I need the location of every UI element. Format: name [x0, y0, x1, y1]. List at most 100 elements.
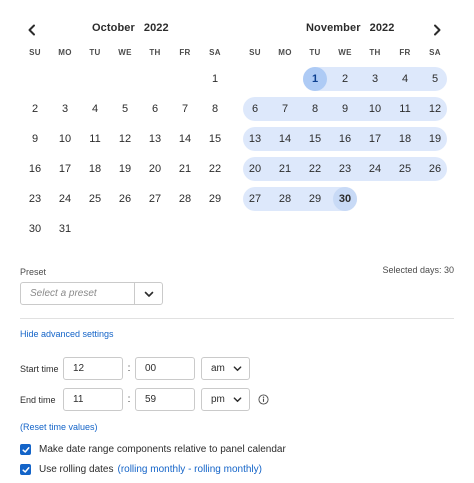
checkmark-icon [21, 466, 30, 473]
day-number: 1 [303, 67, 327, 91]
end-period-select[interactable]: pm [201, 388, 250, 411]
day-cell[interactable]: 12 [420, 94, 450, 124]
day-number: 7 [181, 103, 189, 115]
day-number: 16 [338, 133, 352, 145]
day-cell[interactable]: 9 [20, 124, 50, 154]
day-cell[interactable]: 6 [140, 94, 170, 124]
empty-day-cell [80, 214, 110, 244]
week-row: 6 7 8 9 10 11 12 [240, 94, 450, 124]
day-number: 10 [368, 103, 382, 115]
day-cell[interactable]: 18 [390, 124, 420, 154]
day-cell[interactable]: 8 [300, 94, 330, 124]
day-cell[interactable]: 21 [270, 154, 300, 184]
day-cell[interactable]: 5 [420, 64, 450, 94]
preset-input[interactable]: Select a preset [21, 283, 135, 304]
day-cell[interactable]: 25 [390, 154, 420, 184]
day-cell[interactable]: 4 [390, 64, 420, 94]
day-cell[interactable]: 7 [170, 94, 200, 124]
day-number: 21 [178, 163, 192, 175]
day-cell[interactable]: 10 [50, 124, 80, 154]
rolling-dates-checkbox[interactable] [20, 464, 31, 475]
week-row: 23 24 25 26 27 28 29 [20, 184, 230, 214]
day-cell[interactable]: 28 [170, 184, 200, 214]
day-cell[interactable]: 3 [50, 94, 80, 124]
day-cell[interactable]: 6 [240, 94, 270, 124]
reset-time-values-link[interactable]: (Reset time values) [20, 422, 98, 432]
day-cell[interactable]: 16 [330, 124, 360, 154]
rolling-dates-label: Use rolling dates [39, 464, 114, 475]
day-cell[interactable]: 29 [300, 184, 330, 214]
weekday-label: TU [309, 48, 321, 57]
day-cell[interactable]: 11 [390, 94, 420, 124]
day-cell[interactable]: 20 [240, 154, 270, 184]
day-cell[interactable]: 17 [360, 124, 390, 154]
day-cell[interactable]: 13 [240, 124, 270, 154]
day-cell[interactable]: 22 [200, 154, 230, 184]
day-cell[interactable]: 26 [110, 184, 140, 214]
day-cell[interactable]: 12 [110, 124, 140, 154]
day-cell[interactable]: 29 [200, 184, 230, 214]
day-cell[interactable]: 22 [300, 154, 330, 184]
relative-components-checkbox[interactable] [20, 444, 31, 455]
day-cell[interactable]: 15 [300, 124, 330, 154]
day-cell[interactable]: 19 [420, 124, 450, 154]
prev-month-button[interactable] [21, 19, 43, 41]
day-cell[interactable]: 24 [50, 184, 80, 214]
hide-advanced-settings-link[interactable]: Hide advanced settings [20, 329, 114, 339]
day-cell[interactable]: 5 [110, 94, 140, 124]
day-cell[interactable]: 23 [330, 154, 360, 184]
day-cell[interactable]: 7 [270, 94, 300, 124]
week-row: 16 17 18 19 20 21 22 [20, 154, 230, 184]
day-cell[interactable]: 16 [20, 154, 50, 184]
chevron-down-icon [233, 397, 242, 403]
day-cell[interactable]: 17 [50, 154, 80, 184]
day-cell[interactable]: 2 [330, 64, 360, 94]
day-number: 31 [58, 223, 72, 235]
day-cell[interactable]: 21 [170, 154, 200, 184]
day-cell[interactable]: 30 [20, 214, 50, 244]
day-cell[interactable]: 23 [20, 184, 50, 214]
day-cell[interactable]: 14 [270, 124, 300, 154]
day-cell[interactable]: 27 [240, 184, 270, 214]
end-hour-input[interactable]: 11 [63, 388, 123, 411]
day-cell[interactable]: 20 [140, 154, 170, 184]
start-hour-input[interactable]: 12 [63, 357, 123, 380]
day-cell[interactable]: 19 [110, 154, 140, 184]
day-cell[interactable]: 10 [360, 94, 390, 124]
day-cell[interactable]: 31 [50, 214, 80, 244]
day-cell[interactable]: 9 [330, 94, 360, 124]
day-number: 15 [308, 133, 322, 145]
day-cell[interactable]: 2 [20, 94, 50, 124]
week-row: 1 [20, 64, 230, 94]
day-number: 25 [88, 193, 102, 205]
day-cell[interactable]: 28 [270, 184, 300, 214]
day-cell[interactable]: 8 [200, 94, 230, 124]
day-cell[interactable]: 14 [170, 124, 200, 154]
day-cell[interactable]: 27 [140, 184, 170, 214]
day-number: 22 [308, 163, 322, 175]
start-period-select[interactable]: am [201, 357, 250, 380]
day-cell[interactable]: 25 [80, 184, 110, 214]
day-cell[interactable]: 11 [80, 124, 110, 154]
end-minute-input[interactable]: 59 [135, 388, 195, 411]
day-cell[interactable]: 18 [80, 154, 110, 184]
day-number: 28 [278, 193, 292, 205]
preset-dropdown-button[interactable] [135, 283, 162, 304]
day-cell[interactable]: 13 [140, 124, 170, 154]
range-start-day[interactable]: 1 [300, 64, 330, 94]
day-cell[interactable]: 3 [360, 64, 390, 94]
day-cell[interactable]: 26 [420, 154, 450, 184]
day-number: 10 [58, 133, 72, 145]
range-end-day[interactable]: 30 [330, 184, 360, 214]
weekday-header: SU MO TU WE TH FR SA [240, 48, 450, 64]
day-number: 14 [278, 133, 292, 145]
checkmark-icon [21, 446, 30, 453]
day-cell[interactable]: 24 [360, 154, 390, 184]
day-cell[interactable]: 1 [200, 64, 230, 94]
rolling-dates-link[interactable]: (rolling monthly - rolling monthly) [117, 464, 262, 475]
day-cell[interactable]: 4 [80, 94, 110, 124]
next-month-button[interactable] [426, 19, 448, 41]
info-icon[interactable] [258, 394, 269, 405]
start-minute-input[interactable]: 00 [135, 357, 195, 380]
day-cell[interactable]: 15 [200, 124, 230, 154]
